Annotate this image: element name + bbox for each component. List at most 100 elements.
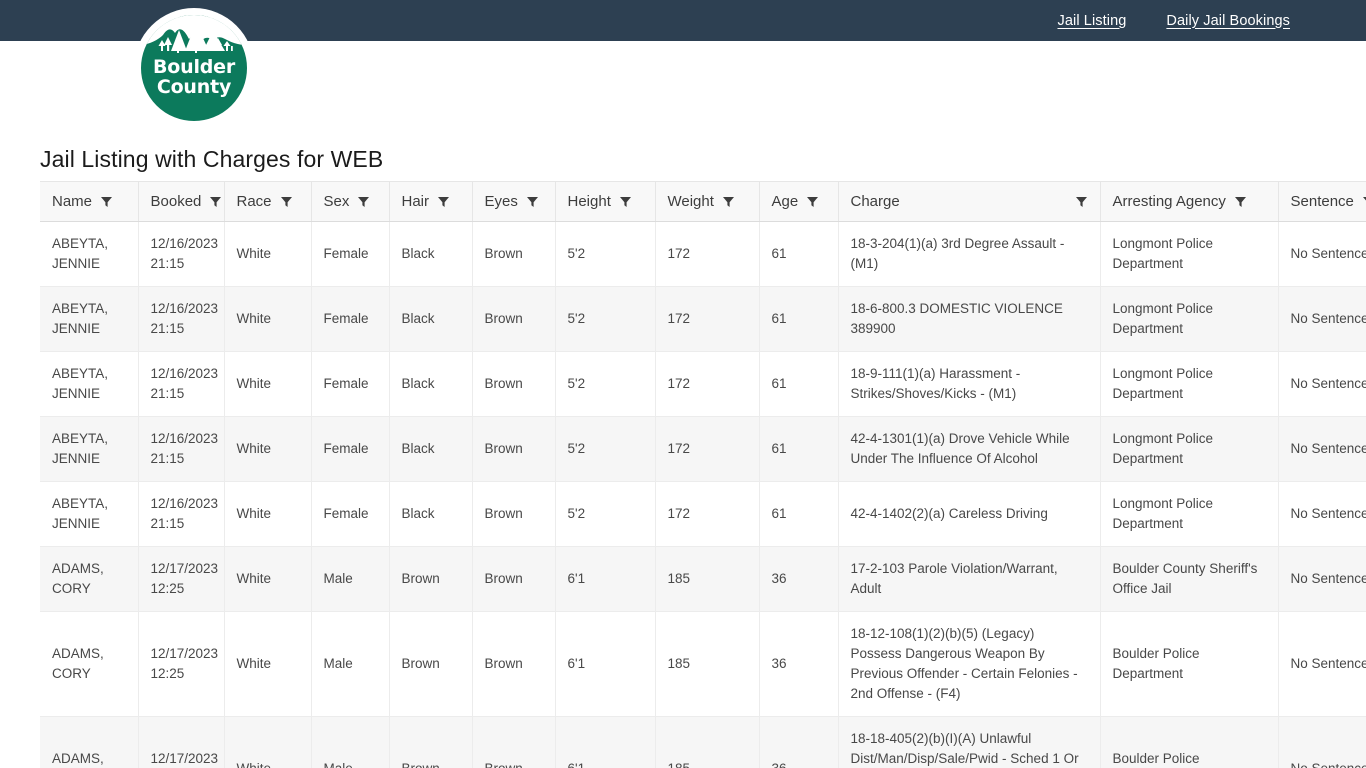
cell-charge: 18-9-111(1)(a) Harassment - Strikes/Shov… xyxy=(838,351,1101,417)
cell-booked: 12/16/2023 21:15 xyxy=(138,286,225,352)
column-label-charge: Charge xyxy=(850,193,900,210)
column-label-race: Race xyxy=(236,193,272,210)
cell-sex: Female xyxy=(311,416,390,482)
cell-age: 36 xyxy=(759,716,839,768)
filter-funnel-icon-age[interactable] xyxy=(806,195,819,208)
column-label-name: Name xyxy=(52,193,93,210)
cell-eyes: Brown xyxy=(472,546,556,612)
cell-sex: Female xyxy=(311,481,390,547)
filter-funnel-icon-charge[interactable] xyxy=(1075,195,1088,208)
column-header-height[interactable]: Height xyxy=(555,181,656,222)
cell-booked: 12/17/2023 12:25 xyxy=(138,716,225,768)
column-label-eyes: Eyes xyxy=(484,193,518,210)
column-label-sentence: Sentence xyxy=(1290,193,1354,210)
column-header-age[interactable]: Age xyxy=(759,181,839,222)
column-label-height: Height xyxy=(567,193,611,210)
column-header-eyes[interactable]: Eyes xyxy=(472,181,556,222)
primary-nav: Jail Listing Daily Jail Bookings xyxy=(1058,0,1291,41)
column-header-weight[interactable]: Weight xyxy=(655,181,760,222)
cell-sentence: No Sentence xyxy=(1278,716,1366,768)
cell-age: 61 xyxy=(759,351,839,417)
cell-name: ADAMS, CORY xyxy=(40,716,139,768)
cell-agency: Longmont Police Department xyxy=(1100,221,1279,287)
cell-sex: Male xyxy=(311,716,390,768)
boulder-county-logo[interactable]: Boulder County xyxy=(134,8,254,128)
cell-charge: 18-6-800.3 DOMESTIC VIOLENCE 389900 xyxy=(838,286,1101,352)
column-header-agency[interactable]: Arresting Agency xyxy=(1100,181,1279,222)
logo-line-1: Boulder xyxy=(152,56,236,78)
cell-agency: Boulder Police Department xyxy=(1100,611,1279,717)
logo-ring: Boulder County xyxy=(134,8,254,128)
table-row[interactable]: ABEYTA, JENNIE 12/16/2023 21:15 White Femal… xyxy=(40,221,1366,287)
filter-funnel-icon-race[interactable] xyxy=(280,195,293,208)
nav-daily-jail-bookings[interactable]: Daily Jail Bookings xyxy=(1166,13,1290,29)
filter-funnel-icon-sex[interactable] xyxy=(357,195,370,208)
cell-sentence: No Sentence xyxy=(1278,481,1366,547)
nav-jail-listing[interactable]: Jail Listing xyxy=(1058,13,1127,29)
cell-race: White xyxy=(224,611,312,717)
cell-booked: 12/16/2023 21:15 xyxy=(138,351,225,417)
filter-funnel-icon-eyes[interactable] xyxy=(526,195,539,208)
cell-agency: Longmont Police Department xyxy=(1100,351,1279,417)
cell-age: 61 xyxy=(759,481,839,547)
filter-funnel-icon-agency[interactable] xyxy=(1234,195,1247,208)
cell-charge: 42-4-1402(2)(a) Careless Driving xyxy=(838,481,1101,547)
cell-name: ADAMS, CORY xyxy=(40,546,139,612)
column-header-race[interactable]: Race xyxy=(224,181,312,222)
cell-agency: Longmont Police Department xyxy=(1100,416,1279,482)
filter-funnel-icon-height[interactable] xyxy=(619,195,632,208)
cell-race: White xyxy=(224,716,312,768)
filter-funnel-icon-weight[interactable] xyxy=(722,195,735,208)
cell-charge: 18-3-204(1)(a) 3rd Degree Assault - (M1) xyxy=(838,221,1101,287)
cell-sentence: No Sentence xyxy=(1278,351,1366,417)
filter-funnel-icon-hair[interactable] xyxy=(437,195,450,208)
cell-sex: Female xyxy=(311,351,390,417)
table-row[interactable]: ADAMS, CORY12/17/2023 12:25WhiteMaleBrow… xyxy=(40,546,1366,612)
column-header-charge[interactable]: Charge xyxy=(838,181,1101,222)
cell-hair: Brown xyxy=(389,716,473,768)
cell-sentence: No Sentence xyxy=(1278,546,1366,612)
column-header-hair[interactable]: Hair xyxy=(389,181,473,222)
table-row[interactable]: ABEYTA, JENNIE 12/16/2023 21:15 White Femal… xyxy=(40,351,1366,417)
logo-wordmark: Boulder County xyxy=(141,57,247,97)
table-row[interactable]: ABEYTA, JENNIE 12/16/2023 21:15 White Femal… xyxy=(40,481,1366,547)
table-row[interactable]: ABEYTA, JENNIE 12/16/2023 21:15 White Femal… xyxy=(40,286,1366,352)
cell-eyes: Brown xyxy=(472,286,556,352)
cell-race: White xyxy=(224,481,312,547)
cell-height: 5'2 xyxy=(555,351,656,417)
cell-sentence: No Sentence xyxy=(1278,221,1366,287)
cell-agency: Longmont Police Department xyxy=(1100,286,1279,352)
cell-race: White xyxy=(224,286,312,352)
cell-weight: 185 xyxy=(655,716,760,768)
cell-booked: 12/17/2023 12:25 xyxy=(138,546,225,612)
cell-charge: 18-18-405(2)(b)(I)(A) Unlawful Dist/Man/… xyxy=(838,716,1101,768)
cell-race: White xyxy=(224,351,312,417)
cell-agency: Boulder County Sheriff's Office Jail xyxy=(1100,546,1279,612)
filter-funnel-icon-name[interactable] xyxy=(100,195,113,208)
cell-name: ABEYTA, JENNIE xyxy=(40,286,139,352)
cell-weight: 172 xyxy=(655,351,760,417)
table-scroll-container[interactable]: Name Booked Race Sex Hair Eyes Height We… xyxy=(40,181,1366,768)
cell-hair: Black xyxy=(389,351,473,417)
cell-name: ABEYTA, JENNIE xyxy=(40,481,139,547)
filter-funnel-icon-booked[interactable] xyxy=(209,195,222,208)
column-header-booked[interactable]: Booked xyxy=(138,181,225,222)
cell-weight: 172 xyxy=(655,481,760,547)
cell-sentence: No Sentence xyxy=(1278,611,1366,717)
column-header-sentence[interactable]: Sentence xyxy=(1278,181,1366,222)
column-label-agency: Arresting Agency xyxy=(1112,193,1226,210)
cell-sex: Male xyxy=(311,611,390,717)
cell-name: ABEYTA, JENNIE xyxy=(40,221,139,287)
cell-agency: Longmont Police Department xyxy=(1100,481,1279,547)
filter-funnel-icon-sentence[interactable] xyxy=(1362,195,1366,208)
column-header-name[interactable]: Name xyxy=(40,181,139,222)
column-label-age: Age xyxy=(771,193,799,210)
table-row[interactable]: ADAMS, CORY12/17/2023 12:25WhiteMaleBrow… xyxy=(40,611,1366,717)
column-header-sex[interactable]: Sex xyxy=(311,181,390,222)
cell-hair: Brown xyxy=(389,611,473,717)
table-row[interactable]: ADAMS, CORY12/17/2023 12:25WhiteMaleBrow… xyxy=(40,716,1366,768)
cell-height: 6'1 xyxy=(555,716,656,768)
table-row[interactable]: ABEYTA, JENNIE 12/16/2023 21:15 White Femal… xyxy=(40,416,1366,482)
cell-hair: Black xyxy=(389,286,473,352)
cell-height: 6'1 xyxy=(555,611,656,717)
